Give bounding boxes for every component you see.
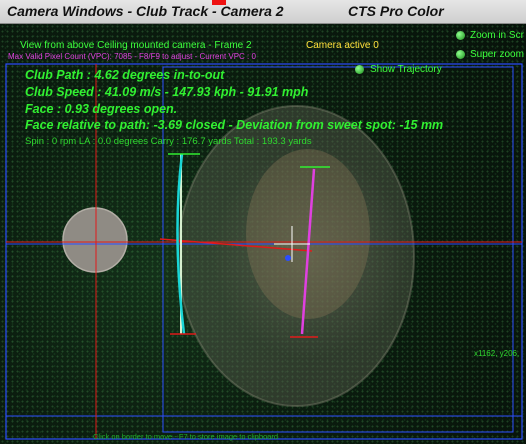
show-trajectory-radio[interactable] <box>355 65 364 74</box>
max-vpc-text: Max Valid Pixel Count (VPC): 7085 - F8/F… <box>8 52 256 61</box>
spin-carry-text: Spin : 0 rpm LA : 0.0 degrees Carry : 17… <box>25 136 312 147</box>
bottom-hint-text: Click on border to move - F7 to store im… <box>93 432 279 441</box>
app-brand-title: CTS Pro Color <box>348 3 444 19</box>
super-zoom-radio[interactable] <box>456 50 465 59</box>
face-relative-text: Face relative to path: -3.69 closed - De… <box>25 118 444 132</box>
title-bar[interactable]: Camera Windows - Club Track - Camera 2 C… <box>0 0 526 24</box>
super-zoom-label[interactable]: Super zoom <box>470 49 524 60</box>
camera-view[interactable]: View from above Ceiling mounted camera -… <box>0 24 526 444</box>
view-info-text: View from above Ceiling mounted camera -… <box>20 40 252 51</box>
title-red-marker <box>212 0 226 5</box>
camera-active-text: Camera active 0 <box>306 40 379 51</box>
club-speed-text: Club Speed : 41.09 m/s - 147.93 kph - 91… <box>25 85 309 99</box>
face-text: Face : 0.93 degrees open. <box>25 102 178 116</box>
zoom-screen-radio[interactable] <box>456 31 465 40</box>
impact-dot <box>285 255 291 261</box>
club-head-inner <box>246 149 370 319</box>
golf-ball <box>62 207 128 273</box>
show-trajectory-label[interactable]: Show Trajectory <box>370 64 442 75</box>
club-path-text: Club Path : 4.62 degrees in-to-out <box>25 68 225 82</box>
coordinate-readout: x1162, y206, <box>474 349 520 358</box>
zoom-screen-label[interactable]: Zoom in Scr <box>470 30 524 41</box>
window-title: Camera Windows - Club Track - Camera 2 <box>7 3 284 19</box>
